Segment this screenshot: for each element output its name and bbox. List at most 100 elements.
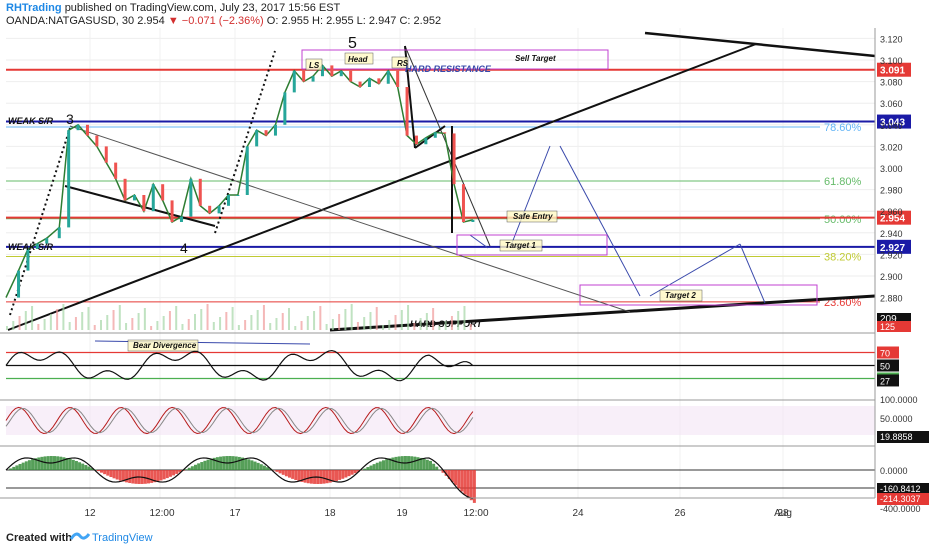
volume-bar [407, 305, 410, 330]
macd-histogram-bar [375, 462, 379, 470]
volume-bar [388, 320, 391, 330]
macd-histogram-bar [353, 470, 357, 474]
price-candle [264, 130, 268, 136]
volume-bar [137, 313, 140, 330]
annotation-label: Head [348, 55, 369, 64]
price-candle [95, 135, 99, 147]
volume-bar [231, 307, 234, 330]
time-tick-label: 18 [324, 508, 336, 519]
volume-bar [56, 309, 59, 330]
price-tick-label: 2.960 [880, 207, 903, 217]
macd-histogram-bar [275, 470, 279, 472]
price-candle [226, 195, 230, 206]
price-candle [236, 195, 240, 196]
macd-histogram-bar [303, 470, 307, 483]
price-tick-label: 3.060 [880, 99, 903, 109]
price-tick-label: 3.100 [880, 56, 903, 66]
volume-bar [49, 314, 52, 330]
price-candle [349, 70, 353, 82]
price-candle [396, 70, 400, 87]
author-name[interactable]: RHTrading [6, 2, 62, 14]
volume-bar [219, 317, 222, 330]
price-candle [245, 146, 249, 195]
volume-bar [168, 311, 171, 330]
price-candle [161, 184, 165, 201]
tradingview-brand[interactable]: TradingView [92, 532, 153, 544]
price-candle [255, 130, 259, 147]
price-candle [132, 195, 136, 201]
volume-bar [350, 304, 353, 330]
volume-bar [369, 312, 372, 330]
price-candle [452, 133, 456, 185]
volume-bar [400, 310, 403, 330]
fib-label: 61.80% [824, 176, 862, 188]
macd-histogram-bar [250, 460, 254, 470]
price-candle [123, 178, 127, 201]
annotation-label: 3 [66, 111, 74, 127]
volume-bar [206, 304, 209, 330]
macd-histogram-bar [394, 456, 398, 470]
macd-histogram-bar [350, 470, 354, 475]
volume-bar [68, 322, 71, 330]
macd-histogram-bar [463, 470, 467, 495]
macd-histogram-bar [325, 470, 329, 484]
macd-histogram-bar [397, 456, 401, 470]
macd-histogram-bar [184, 469, 188, 470]
rsi-value-label: 70 [880, 349, 890, 359]
macd-histogram-bar [457, 470, 461, 489]
volume-bar [331, 319, 334, 330]
time-tick-label: 12:00 [463, 508, 488, 519]
volume-bar [225, 312, 228, 330]
macd-histogram-bar [74, 461, 78, 470]
macd-histogram-bar [291, 470, 295, 479]
price-candle [471, 219, 475, 222]
volume-bar [31, 306, 34, 330]
macd-histogram-bar [322, 470, 326, 484]
macd-histogram-bar [162, 470, 166, 480]
macd-histogram-bar [256, 462, 260, 470]
volume-bar [469, 324, 472, 330]
macd-histogram-bar [112, 470, 116, 479]
fib-label: 78.60% [824, 122, 862, 134]
volume-bar [87, 307, 90, 330]
price-candle [76, 124, 80, 131]
macd-histogram-bar [168, 470, 172, 477]
volume-bar [319, 306, 322, 330]
volume-bar [237, 325, 240, 330]
price-candle [283, 92, 287, 125]
time-tick-label: 12 [84, 508, 96, 519]
macd-histogram-bar [12, 466, 16, 470]
macd-histogram-bar [81, 463, 85, 470]
macd-histogram-bar [200, 462, 204, 470]
macd-histogram-bar [68, 458, 72, 470]
price-candle [208, 205, 212, 214]
price-candle [151, 184, 155, 212]
fib-label: 38.20% [824, 252, 862, 264]
price-chart[interactable]: 78.60%61.80%50.00%38.20%23.60% 3.0913.04… [0, 28, 932, 526]
macd-histogram-bar [27, 460, 31, 470]
volume-bar [150, 326, 153, 330]
volume-bar [181, 324, 184, 330]
macd-histogram-bar [131, 470, 135, 484]
macd-histogram-bar [281, 470, 285, 475]
macd-histogram-bar [118, 470, 122, 481]
macd-histogram-bar [18, 463, 22, 470]
macd-histogram-bar [159, 470, 163, 481]
stoch-value-label: 100.0000 [880, 395, 918, 405]
macd-histogram-bar [234, 456, 238, 470]
annotation-label: Sell Target [515, 54, 556, 63]
price-candle [433, 132, 437, 138]
level-price-label: 3.091 [880, 66, 905, 77]
annotation-label: Target 2 [665, 291, 696, 300]
price-candle [189, 178, 193, 217]
macd-histogram-bar [378, 461, 382, 470]
macd-histogram-bar [156, 470, 160, 482]
price-candle [142, 195, 146, 212]
volume-bar [294, 326, 297, 330]
price-tick-label: 2.940 [880, 229, 903, 239]
volume-bar [106, 315, 109, 330]
volume-bar [432, 308, 435, 330]
symbol-label: OANDA:NATGASUSD, 30 [6, 15, 135, 27]
macd-histogram-bar [78, 462, 82, 470]
volume-bar [43, 319, 46, 330]
